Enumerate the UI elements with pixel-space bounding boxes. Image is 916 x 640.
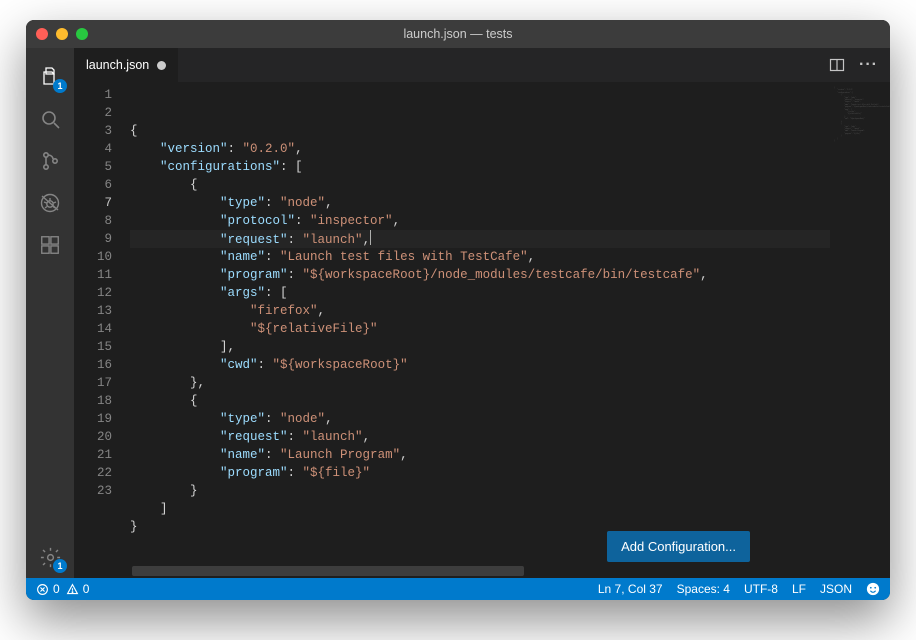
line-number: 1 — [74, 86, 112, 104]
minimap[interactable]: { "version": "0.2.0", "configurations": … — [830, 82, 890, 578]
settings-gear-icon[interactable]: 1 — [26, 536, 74, 578]
line-number: 15 — [74, 338, 112, 356]
more-actions-icon[interactable]: ··· — [859, 56, 878, 74]
line-number: 20 — [74, 428, 112, 446]
tab-bar: launch.json ··· — [74, 48, 890, 82]
editor-body[interactable]: 1234567891011121314151617181920212223 { … — [74, 82, 890, 578]
search-icon[interactable] — [26, 98, 74, 140]
close-window-icon[interactable] — [36, 28, 48, 40]
traffic-lights — [26, 28, 88, 40]
line-number: 6 — [74, 176, 112, 194]
status-errors[interactable]: 0 — [36, 582, 60, 596]
line-number: 23 — [74, 482, 112, 500]
line-number: 7 — [74, 194, 112, 212]
statusbar: 0 0 Ln 7, Col 37 Spaces: 4 UTF-8 LF JSON — [26, 578, 890, 600]
status-language[interactable]: JSON — [820, 582, 852, 596]
line-number: 8 — [74, 212, 112, 230]
vscode-window: launch.json — tests 1 — [26, 20, 890, 600]
tab-actions: ··· — [817, 48, 890, 82]
code-line[interactable]: "name": "Launch test files with TestCafe… — [130, 248, 830, 266]
line-number: 14 — [74, 320, 112, 338]
code-line[interactable]: "firefox", — [130, 302, 830, 320]
code-line[interactable]: }, — [130, 374, 830, 392]
line-number: 21 — [74, 446, 112, 464]
code-content[interactable]: { "version": "0.2.0", "configurations": … — [130, 82, 830, 578]
line-number: 12 — [74, 284, 112, 302]
status-eol[interactable]: LF — [792, 582, 806, 596]
error-count: 0 — [53, 582, 60, 596]
line-number: 9 — [74, 230, 112, 248]
status-cursor-position[interactable]: Ln 7, Col 37 — [598, 582, 663, 596]
line-number: 19 — [74, 410, 112, 428]
line-number: 16 — [74, 356, 112, 374]
code-line[interactable]: { — [130, 122, 830, 140]
line-number: 11 — [74, 266, 112, 284]
text-cursor — [370, 230, 371, 245]
main: 1 — [26, 48, 890, 578]
code-line[interactable]: "args": [ — [130, 284, 830, 302]
line-number: 2 — [74, 104, 112, 122]
code-line[interactable]: "cwd": "${workspaceRoot}" — [130, 356, 830, 374]
maximize-window-icon[interactable] — [76, 28, 88, 40]
editor-area: launch.json ··· 123456789101112131415161… — [74, 48, 890, 578]
status-warnings[interactable]: 0 — [66, 582, 90, 596]
settings-badge: 1 — [53, 559, 67, 573]
code-line[interactable]: } — [130, 482, 830, 500]
code-line[interactable]: "program": "${file}" — [130, 464, 830, 482]
titlebar-title: launch.json — tests — [26, 27, 890, 41]
add-configuration-button[interactable]: Add Configuration... — [607, 531, 750, 562]
scrollbar-thumb[interactable] — [132, 566, 524, 576]
source-control-icon[interactable] — [26, 140, 74, 182]
code-line[interactable]: "protocol": "inspector", — [130, 212, 830, 230]
dirty-indicator-icon — [157, 61, 166, 70]
extensions-icon[interactable] — [26, 224, 74, 266]
code-line[interactable]: { — [130, 176, 830, 194]
debug-icon[interactable] — [26, 182, 74, 224]
tab-label: launch.json — [86, 58, 149, 72]
line-number: 4 — [74, 140, 112, 158]
code-line[interactable]: "type": "node", — [130, 410, 830, 428]
code-line[interactable]: "${relativeFile}" — [130, 320, 830, 338]
titlebar[interactable]: launch.json — tests — [26, 20, 890, 48]
code-line[interactable]: { — [130, 392, 830, 410]
code-line[interactable]: "type": "node", — [130, 194, 830, 212]
line-number: 10 — [74, 248, 112, 266]
line-number-gutter: 1234567891011121314151617181920212223 — [74, 82, 130, 578]
line-number: 18 — [74, 392, 112, 410]
line-number: 13 — [74, 302, 112, 320]
horizontal-scrollbar[interactable] — [130, 566, 762, 576]
status-indentation[interactable]: Spaces: 4 — [677, 582, 730, 596]
activity-bar: 1 — [26, 48, 74, 578]
warning-count: 0 — [83, 582, 90, 596]
code-line[interactable]: "version": "0.2.0", — [130, 140, 830, 158]
line-number: 17 — [74, 374, 112, 392]
explorer-badge: 1 — [53, 79, 67, 93]
code-line[interactable]: "configurations": [ — [130, 158, 830, 176]
code-line[interactable]: ] — [130, 500, 830, 518]
minimize-window-icon[interactable] — [56, 28, 68, 40]
line-number: 22 — [74, 464, 112, 482]
code-line[interactable]: "name": "Launch Program", — [130, 446, 830, 464]
code-line[interactable]: "program": "${workspaceRoot}/node_module… — [130, 266, 830, 284]
line-number: 3 — [74, 122, 112, 140]
status-encoding[interactable]: UTF-8 — [744, 582, 778, 596]
status-feedback-icon[interactable] — [866, 582, 880, 596]
line-number: 5 — [74, 158, 112, 176]
code-line[interactable]: "request": "launch", — [130, 428, 830, 446]
code-line[interactable]: "request": "launch", — [130, 230, 830, 248]
explorer-icon[interactable]: 1 — [26, 56, 74, 98]
tab-launch-json[interactable]: launch.json — [74, 48, 179, 82]
split-editor-icon[interactable] — [829, 57, 845, 73]
code-line[interactable]: ], — [130, 338, 830, 356]
